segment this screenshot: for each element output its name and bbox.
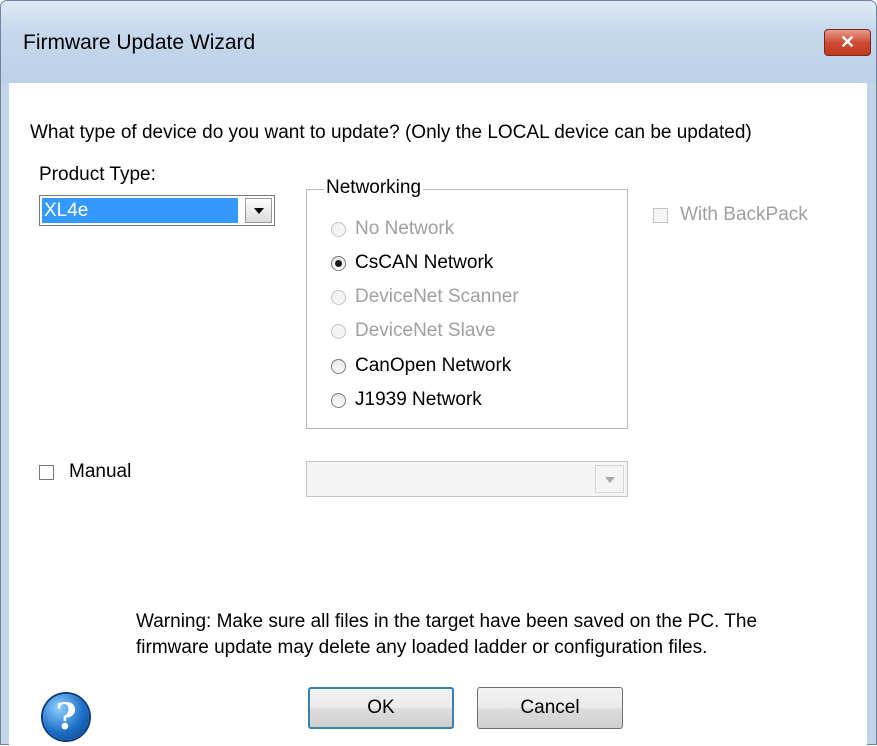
product-type-select[interactable]: XL4e — [39, 195, 275, 226]
networking-group-label: Networking — [324, 177, 424, 199]
window-title: Firmware Update Wizard — [23, 31, 256, 54]
with-backpack-checkbox[interactable] — [653, 208, 668, 223]
radio-cscan-network[interactable] — [331, 256, 346, 271]
radio-cscan-network-label: CsCAN Network — [355, 252, 494, 273]
prompt-text: What type of device do you want to updat… — [30, 122, 752, 143]
radio-devicenet-scanner[interactable] — [331, 290, 346, 305]
radio-devicenet-slave-label: DeviceNet Slave — [355, 320, 496, 341]
warning-text-line2: firmware update may delete any loaded la… — [136, 637, 708, 658]
title-bar[interactable]: Firmware Update Wizard ✕ — [1, 1, 876, 83]
chevron-down-icon — [253, 208, 264, 214]
manual-label: Manual — [69, 461, 132, 482]
chevron-down-icon — [604, 477, 615, 483]
ok-button[interactable]: OK — [308, 687, 454, 729]
manual-checkbox[interactable] — [39, 465, 54, 480]
dialog-body: What type of device do you want to updat… — [9, 83, 867, 746]
radio-j1939-network-label: J1939 Network — [355, 389, 482, 410]
cancel-button[interactable]: Cancel — [477, 687, 623, 729]
with-backpack-label: With BackPack — [680, 204, 808, 225]
radio-j1939-network[interactable] — [331, 393, 346, 408]
product-type-label: Product Type: — [39, 164, 156, 185]
radio-devicenet-scanner-label: DeviceNet Scanner — [355, 286, 519, 307]
question-icon: ? — [43, 694, 89, 740]
radio-canopen-network[interactable] — [331, 359, 346, 374]
close-button[interactable]: ✕ — [824, 29, 871, 56]
radio-selected-dot — [335, 260, 342, 267]
manual-dropdown-button[interactable] — [595, 465, 624, 493]
radio-no-network-label: No Network — [355, 218, 455, 239]
warning-text-line1: Warning: Make sure all files in the targ… — [136, 611, 758, 632]
product-type-dropdown-button[interactable] — [245, 198, 272, 223]
radio-no-network[interactable] — [331, 222, 346, 237]
dialog-window: Firmware Update Wizard ✕ What type of de… — [0, 0, 877, 746]
manual-select[interactable] — [306, 461, 628, 497]
close-icon: ✕ — [839, 32, 856, 52]
product-type-value: XL4e — [42, 198, 238, 223]
radio-canopen-network-label: CanOpen Network — [355, 355, 512, 376]
radio-devicenet-slave[interactable] — [331, 324, 346, 339]
